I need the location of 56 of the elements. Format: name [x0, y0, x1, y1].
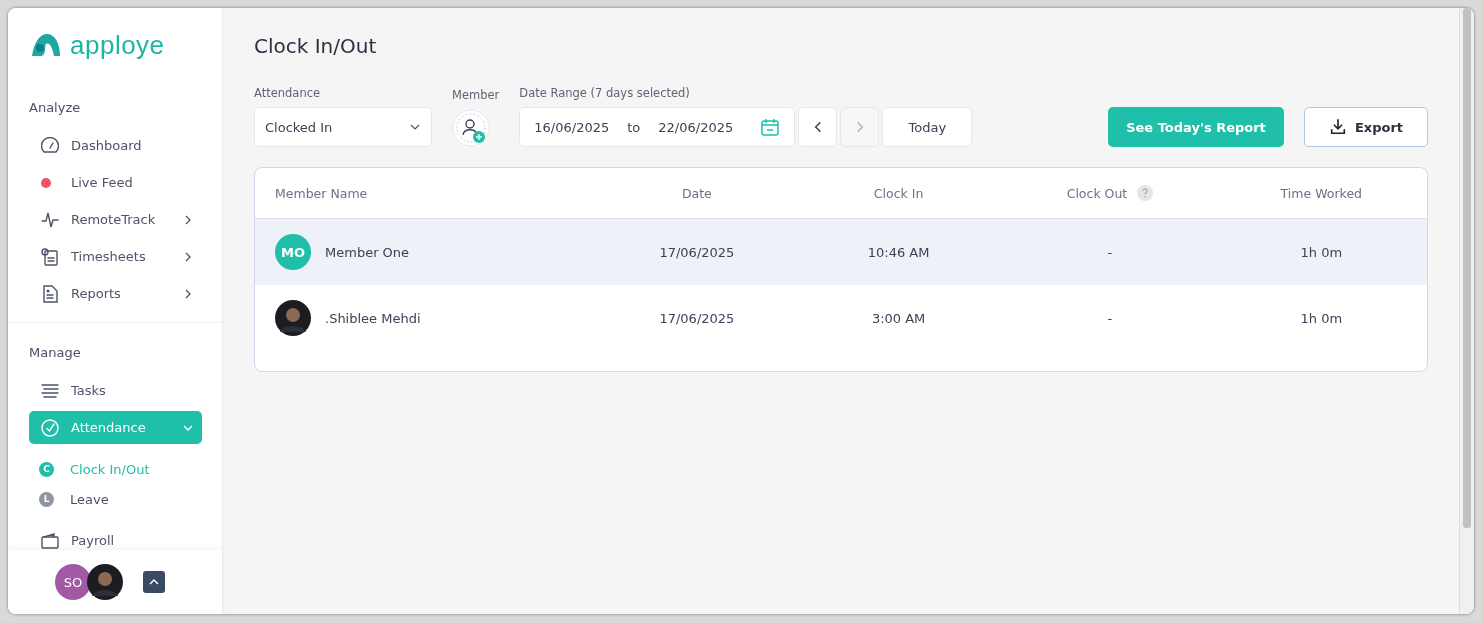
date-range-field[interactable]: 16/06/2025 to 22/06/2025: [519, 107, 796, 147]
brand-name: apploye: [70, 29, 165, 61]
help-icon: [1137, 185, 1154, 201]
wallet-icon: [41, 531, 59, 550]
expand-button[interactable]: [143, 571, 165, 593]
submenu-item[interactable]: L Leave: [8, 484, 222, 514]
scrollbar-thumb[interactable]: [1463, 8, 1471, 528]
member-name: .Shiblee Mehdi: [325, 310, 421, 326]
scrollbar[interactable]: [1459, 8, 1474, 614]
section-title: Analyze: [28, 99, 82, 117]
member-avatar: MO: [275, 234, 311, 270]
previous-button[interactable]: [798, 107, 838, 147]
add-member-icon[interactable]: [452, 109, 490, 147]
today-button[interactable]: Today: [882, 107, 973, 147]
nav-item[interactable]: Tasks: [29, 374, 202, 407]
table-cell-text: 1h 0m: [1299, 310, 1344, 326]
column-header: Clock Out: [1004, 185, 1216, 201]
nav-item[interactable]: Live Feed: [29, 166, 202, 199]
letter-badge: C: [39, 461, 54, 477]
nav-item[interactable]: Reports: [29, 277, 202, 310]
nav-item[interactable]: Payroll: [29, 524, 202, 550]
table-cell-text: 1h 0m: [1299, 244, 1344, 260]
filter-label: Date Range (7 days selected): [519, 86, 691, 100]
user-avatar[interactable]: SO: [55, 564, 91, 600]
nav-item[interactable]: Dashboard: [29, 129, 202, 162]
sheet-icon: [41, 247, 59, 266]
table-cell-text: 10:46 AM: [866, 244, 931, 260]
table-row[interactable]: MO Member One 17/06/2025 10:46 AM - 1h 0m: [255, 219, 1427, 285]
attendance-dropdown[interactable]: Clocked In: [254, 107, 432, 147]
gauge-icon: [41, 136, 59, 155]
section-title: Manage: [28, 344, 82, 362]
logo-icon: [30, 32, 62, 58]
table-cell-text: -: [1106, 244, 1114, 260]
column-header: Clock In: [872, 185, 925, 201]
filter-label: Attendance: [254, 86, 322, 100]
calendar-icon: [760, 117, 781, 137]
table-cell-text: 17/06/2025: [658, 310, 736, 326]
export-button[interactable]: Export: [1304, 107, 1428, 147]
column-header: Member Name: [274, 185, 369, 201]
nav-item[interactable]: RemoteTrack: [29, 203, 202, 236]
table-cell-text: 3:00 AM: [870, 310, 927, 326]
doc-icon: [41, 284, 59, 303]
letter-badge: L: [39, 491, 54, 507]
table-cell-text: -: [1106, 310, 1114, 326]
column-header: Time Worked: [1279, 185, 1363, 201]
download-icon: [1328, 118, 1347, 136]
table-cell-text: 17/06/2025: [658, 244, 736, 260]
filter-label: Member: [452, 88, 500, 102]
lines-icon: [41, 381, 59, 400]
nav-item[interactable]: Timesheets: [29, 240, 202, 273]
pulse-icon: [41, 210, 59, 229]
column-header: Date: [680, 185, 713, 201]
member-name: Member One: [325, 244, 410, 260]
page-title: Clock In/Out: [254, 34, 378, 58]
check-icon: [41, 418, 59, 437]
table-row[interactable]: .Shiblee Mehdi 17/06/2025 3:00 AM - 1h 0m: [255, 285, 1427, 351]
